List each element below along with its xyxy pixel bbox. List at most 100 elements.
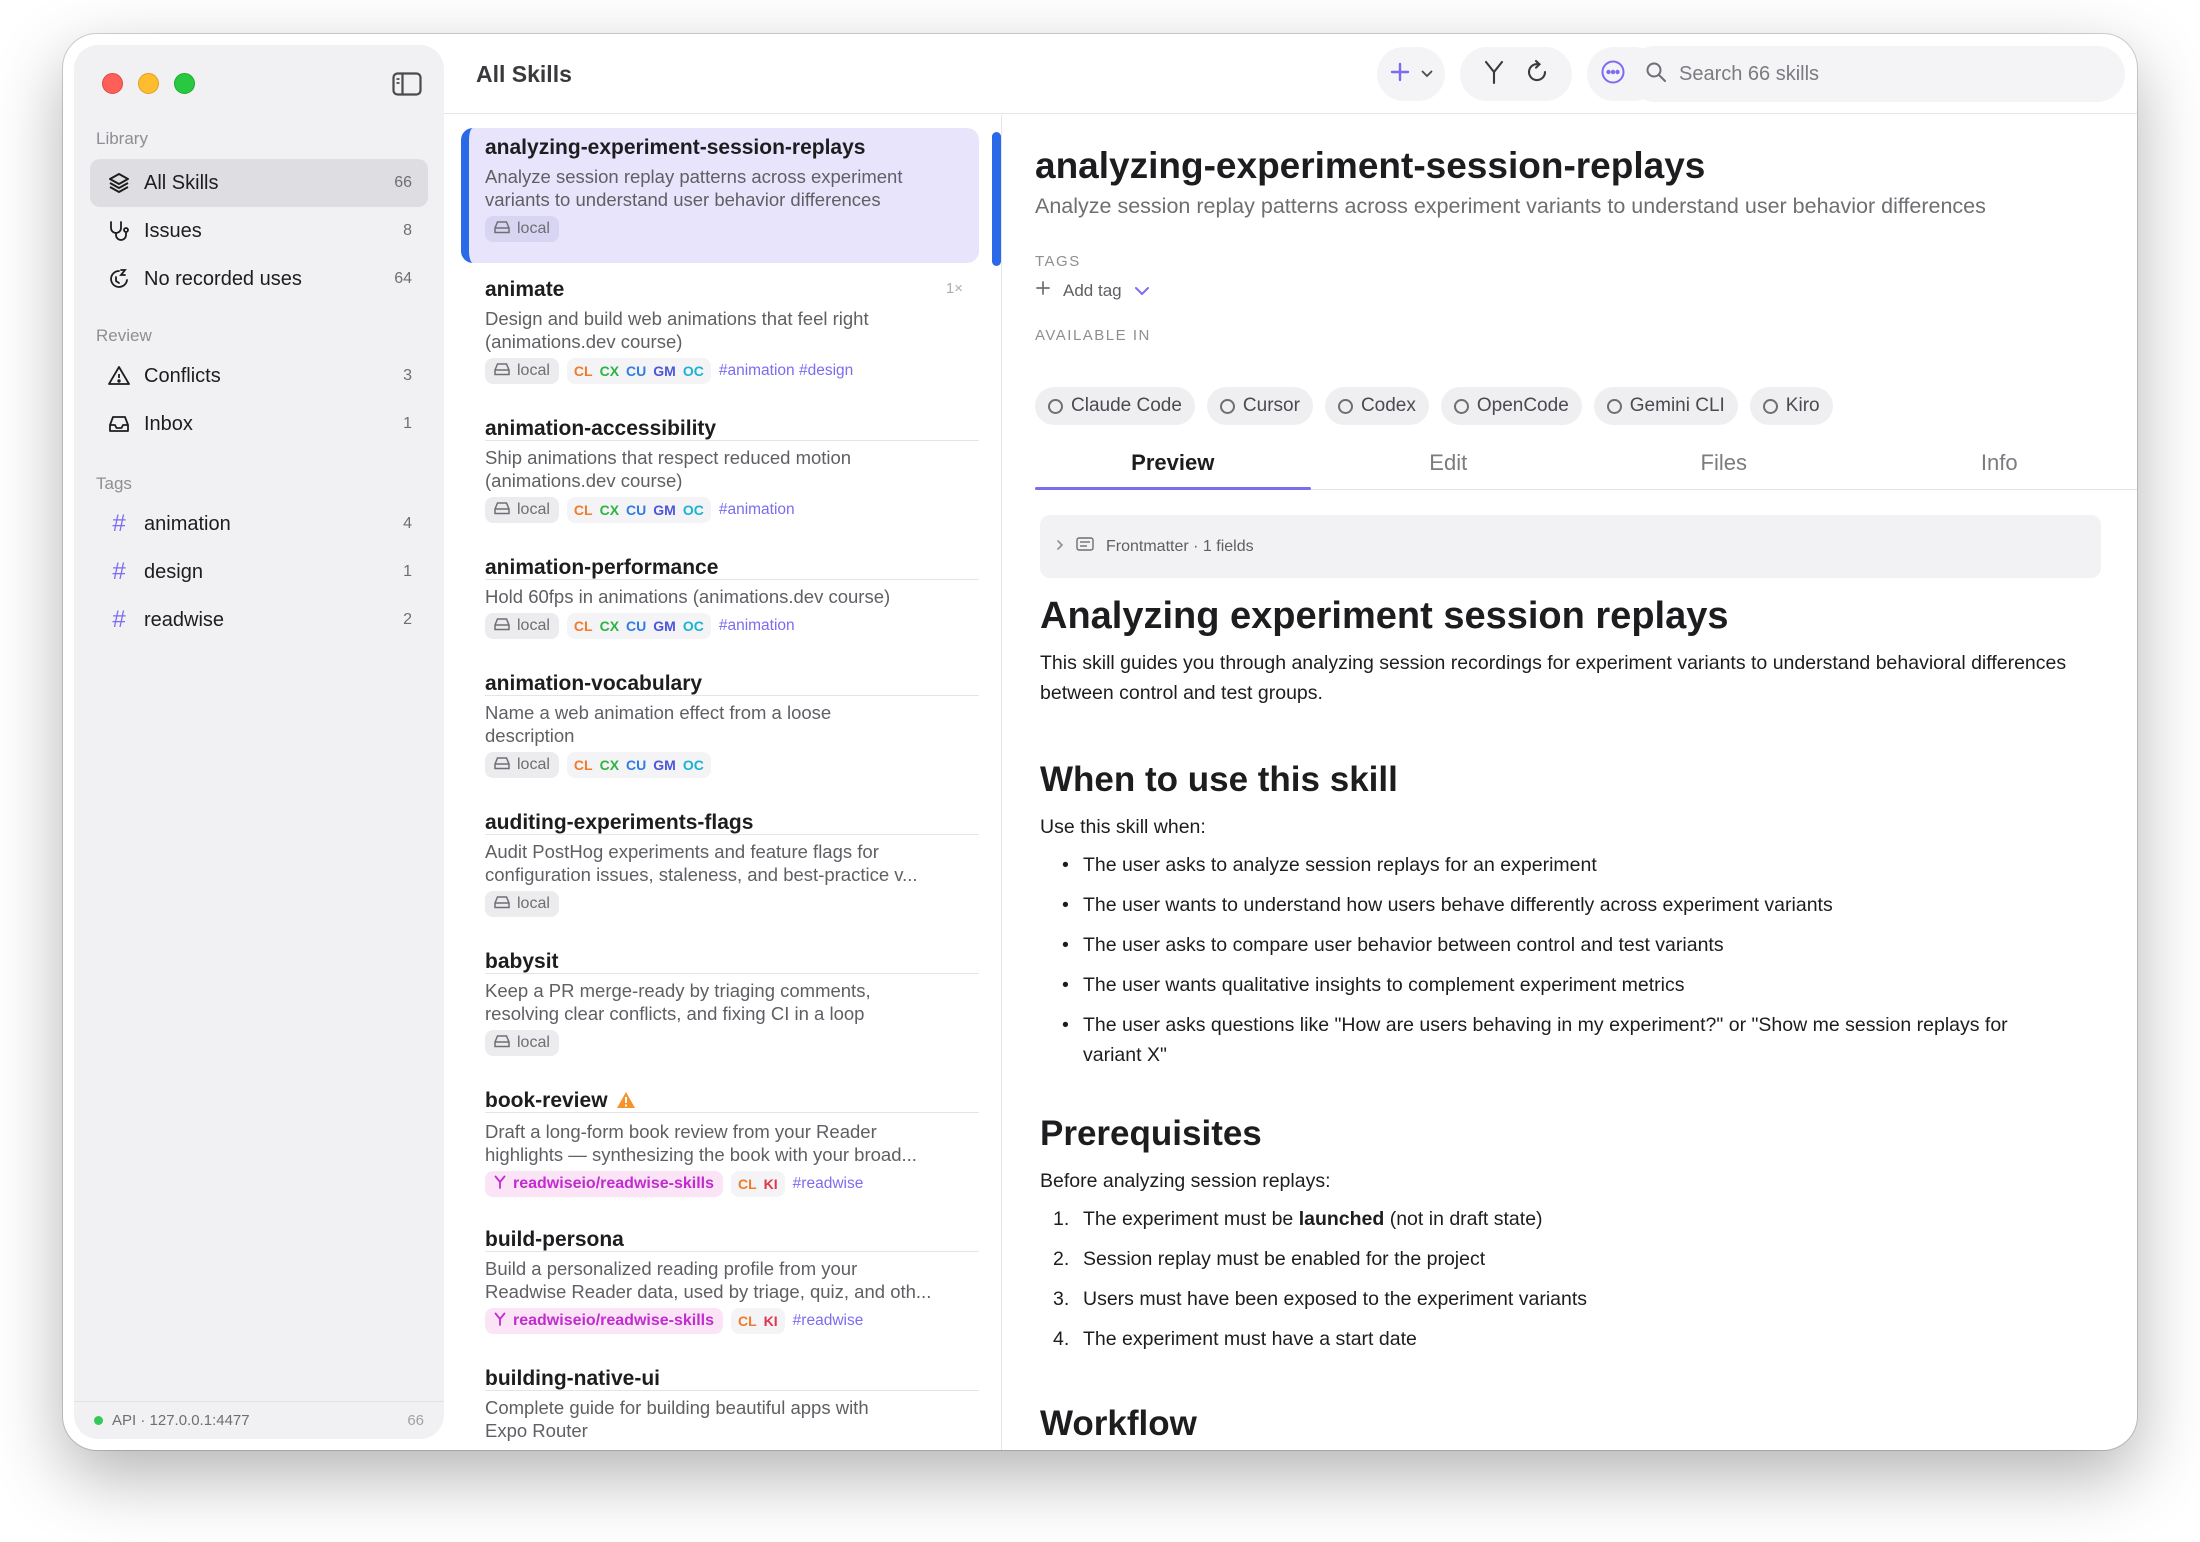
skill-description: Complete guide for building beautiful ap… bbox=[485, 1397, 869, 1441]
sidebar-item-conflicts[interactable]: Conflicts 3 bbox=[90, 352, 428, 400]
repo-chip[interactable]: readwiseio/readwise-skills bbox=[485, 1171, 723, 1197]
agent-pill-cursor[interactable]: Cursor bbox=[1206, 387, 1313, 425]
available-in-list: Claude Code Cursor Codex OpenCode Gemini… bbox=[1035, 387, 1833, 425]
skill-description: Analyze session replay patterns across e… bbox=[485, 166, 903, 210]
local-chip: local bbox=[485, 216, 559, 242]
sidebar-toggle-icon[interactable] bbox=[392, 72, 422, 101]
tags-section: Tags # animation 4 # design 1 # readwise… bbox=[74, 474, 444, 644]
agent-pill-codex[interactable]: Codex bbox=[1324, 387, 1429, 425]
skill-detail-title: analyzing-experiment-session-replays bbox=[1035, 145, 1706, 186]
skill-title: animation-performance bbox=[485, 556, 719, 579]
sidebar-item-label: No recorded uses bbox=[144, 267, 302, 290]
tab-info[interactable]: Info bbox=[1862, 442, 2138, 489]
skill-detail-subtitle: Analyze session replay patterns across e… bbox=[1035, 194, 1986, 218]
circle-icon bbox=[1606, 398, 1622, 414]
tags-heading: Tags bbox=[96, 474, 132, 493]
sidebar-item-inbox[interactable]: Inbox 1 bbox=[90, 400, 428, 448]
sidebar-item-count: 2 bbox=[403, 611, 412, 628]
circle-icon bbox=[1337, 398, 1353, 414]
frontmatter-disclosure[interactable]: Frontmatter · 1 fields bbox=[1040, 515, 2101, 578]
tab-files[interactable]: Files bbox=[1586, 442, 1862, 489]
skill-description: Name a web animation effect from a loose… bbox=[485, 702, 832, 746]
page-title: All Skills bbox=[476, 61, 572, 87]
minimize-window-button[interactable] bbox=[138, 73, 159, 94]
skill-description: Draft a long-form book review from your … bbox=[485, 1121, 917, 1165]
agent-pill-claude-code[interactable]: Claude Code bbox=[1035, 387, 1195, 425]
zoom-window-button[interactable] bbox=[174, 73, 195, 94]
layers-icon bbox=[106, 170, 132, 196]
sidebar-item-tag-animation[interactable]: # animation 4 bbox=[90, 500, 428, 548]
skill-title: build-persona bbox=[485, 1228, 624, 1251]
agent-pill-opencode[interactable]: OpenCode bbox=[1440, 387, 1582, 425]
library-section: Library All Skills 66 Issues 8 No record… bbox=[74, 129, 444, 303]
skill-list: analyzing-experiment-session-replays Ana… bbox=[444, 115, 1002, 1450]
hash-icon: # bbox=[112, 606, 126, 633]
list-item[interactable]: babysit Keep a PR merge-ready by triagin… bbox=[461, 948, 979, 1078]
add-skill-button[interactable] bbox=[1377, 47, 1445, 101]
doc-paragraph: Use this skill when: bbox=[1040, 816, 1206, 838]
circle-icon bbox=[1762, 398, 1778, 414]
list-item: The user wants qualitative insights to c… bbox=[1040, 970, 2091, 1000]
sleep-icon bbox=[106, 266, 132, 292]
sidebar: Library All Skills 66 Issues 8 No record… bbox=[74, 45, 444, 1439]
sidebar-item-count: 1 bbox=[403, 563, 412, 580]
doc-heading-when: When to use this skill bbox=[1040, 760, 1398, 799]
skill-tags: #animation bbox=[718, 617, 795, 634]
search-field[interactable] bbox=[1627, 46, 2125, 102]
inbox-icon bbox=[106, 411, 132, 437]
list-item[interactable]: build-persona Build a personalized readi… bbox=[461, 1226, 979, 1356]
available-in-label: AVAILABLE IN bbox=[1035, 327, 1151, 344]
skill-description: Audit PostHog experiments and feature fl… bbox=[485, 841, 918, 885]
doc-bullet-list: The user asks to analyze session replays… bbox=[1040, 850, 2091, 1070]
close-window-button[interactable] bbox=[102, 73, 123, 94]
list-item[interactable]: animation-performance Hold 60fps in anim… bbox=[461, 554, 979, 654]
library-heading: Library bbox=[96, 129, 148, 148]
skill-tags: #readwise bbox=[792, 1175, 864, 1192]
list-item[interactable]: building-native-ui Complete guide for bu… bbox=[461, 1365, 979, 1450]
list-item: 3. Users must have been exposed to the ex… bbox=[1053, 1288, 1588, 1310]
refresh-icon[interactable] bbox=[1524, 59, 1550, 90]
tab-preview[interactable]: Preview bbox=[1035, 442, 1311, 490]
list-item[interactable]: animation-accessibility Ship animations … bbox=[461, 415, 979, 545]
sidebar-item-label: Inbox bbox=[144, 412, 193, 435]
agent-pill-gemini-cli[interactable]: Gemini CLI bbox=[1593, 387, 1738, 425]
sidebar-item-label: design bbox=[144, 560, 203, 583]
skill-title: analyzing-experiment-session-replays bbox=[485, 136, 866, 159]
local-chip: local bbox=[485, 891, 559, 917]
agent-badges: CL CX CU GM OC bbox=[566, 497, 711, 523]
sidebar-item-all-skills[interactable]: All Skills 66 bbox=[90, 159, 428, 207]
document-icon bbox=[1076, 537, 1094, 556]
status-dot-icon bbox=[94, 1416, 103, 1425]
agent-pill-kiro[interactable]: Kiro bbox=[1749, 387, 1833, 425]
sidebar-item-tag-design[interactable]: # design 1 bbox=[90, 548, 428, 596]
repo-chip[interactable]: readwiseio/readwise-skills bbox=[485, 1308, 723, 1334]
add-tag-label: Add tag bbox=[1063, 280, 1122, 300]
search-icon bbox=[1645, 61, 1667, 88]
app-window: Library All Skills 66 Issues 8 No record… bbox=[63, 34, 2137, 1450]
local-chip: local bbox=[485, 752, 559, 778]
agent-badges: CL CX CU GM OC bbox=[566, 613, 711, 639]
search-input[interactable] bbox=[1679, 62, 2099, 86]
add-tag-button[interactable]: Add tag bbox=[1035, 280, 1150, 301]
sidebar-item-label: Conflicts bbox=[144, 364, 221, 387]
agent-badges: CL CX CU GM OC bbox=[566, 358, 711, 384]
list-item[interactable]: animation-vocabulary Name a web animatio… bbox=[461, 670, 979, 800]
sidebar-item-no-recorded-uses[interactable]: No recorded uses 64 bbox=[90, 255, 428, 303]
list-item: 1. The experiment must be launched (not i… bbox=[1053, 1208, 1543, 1230]
sidebar-item-tag-readwise[interactable]: # readwise 2 bbox=[90, 596, 428, 644]
list-item-selected[interactable]: analyzing-experiment-session-replays Ana… bbox=[461, 128, 979, 263]
frontmatter-label: Frontmatter · 1 fields bbox=[1106, 537, 1254, 555]
skill-chips: local CL CX CU GM OC bbox=[485, 752, 963, 778]
plus-icon bbox=[1389, 61, 1411, 88]
skill-description: Keep a PR merge-ready by triaging commen… bbox=[485, 980, 871, 1024]
list-item[interactable]: auditing-experiments-flags Audit PostHog… bbox=[461, 809, 979, 939]
sidebar-item-issues[interactable]: Issues 8 bbox=[90, 207, 428, 255]
skill-document: Analyzing experiment session replays Thi… bbox=[1040, 595, 2091, 1444]
skill-description: Hold 60fps in animations (animations.dev… bbox=[485, 586, 891, 607]
list-item[interactable]: animate 1× Design and build web animatio… bbox=[461, 276, 979, 406]
tab-edit[interactable]: Edit bbox=[1311, 442, 1587, 489]
merge-icon[interactable] bbox=[1482, 59, 1506, 90]
list-item[interactable]: book-review Draft a long-form book revie… bbox=[461, 1087, 979, 1217]
sidebar-item-count: 66 bbox=[394, 174, 412, 191]
skill-chips: local CL CX CU GM OC #animation bbox=[485, 497, 963, 523]
